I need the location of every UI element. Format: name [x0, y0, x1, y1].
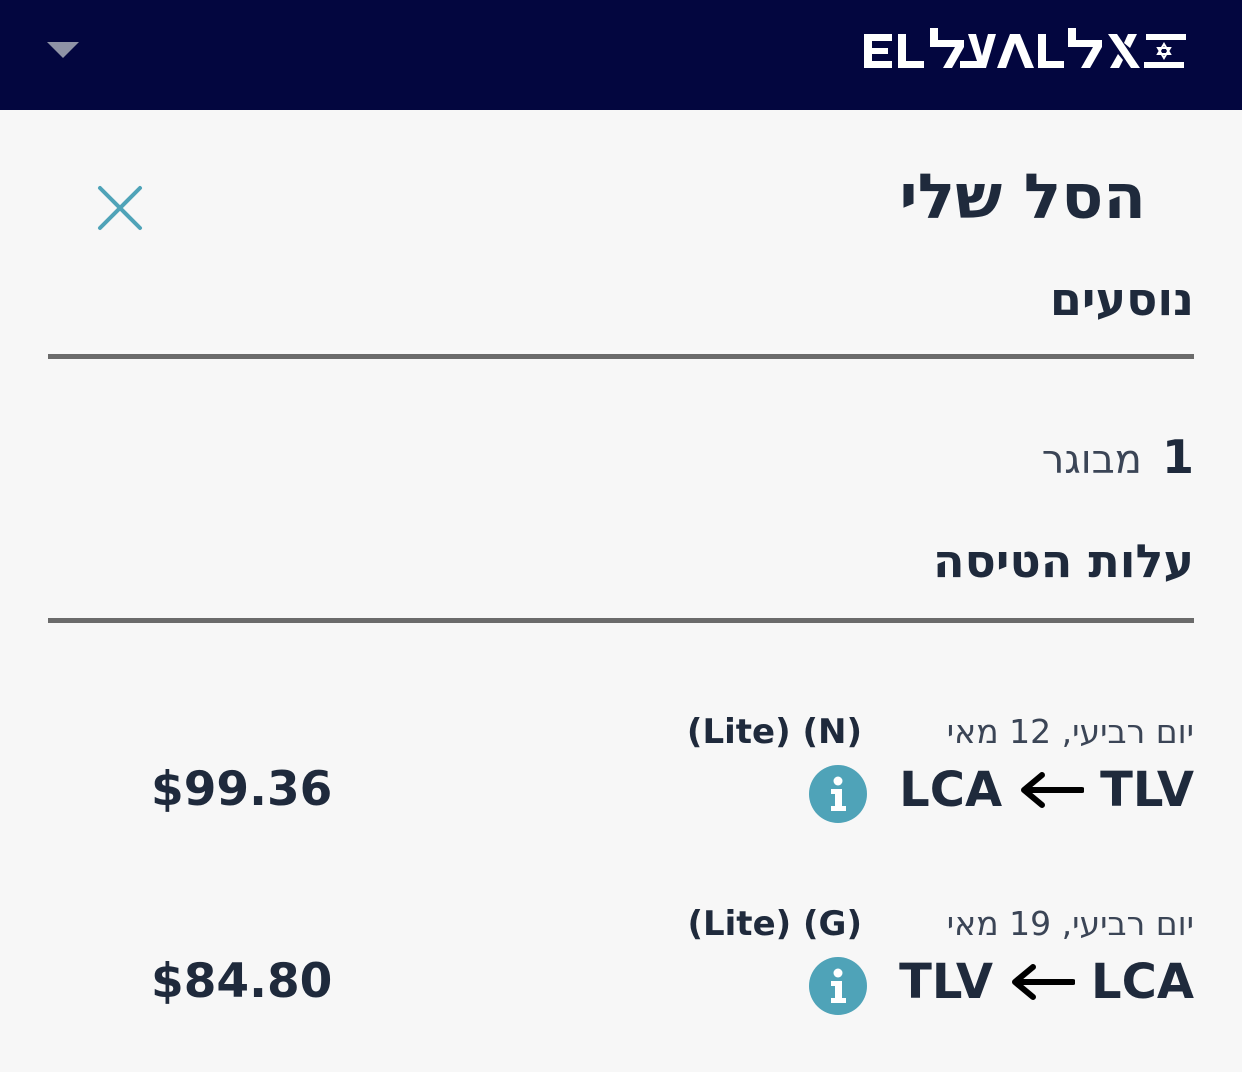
flight-price: $99.36: [151, 762, 333, 817]
passengers-heading: נוסעים: [1049, 272, 1194, 326]
flight-date: יום רביעי, 12 מאי: [946, 712, 1194, 751]
info-icon: [831, 968, 846, 1003]
elal-logo: [864, 28, 1186, 68]
passenger-type: מבוגר: [1041, 437, 1142, 483]
flight-cost-divider: [48, 618, 1194, 623]
route-origin: TLV: [1100, 762, 1194, 818]
page-title: הסל שלי: [899, 160, 1146, 233]
arrow-left-icon: [1012, 964, 1076, 1000]
passenger-count: 1: [1161, 430, 1194, 484]
fare-class: (Lite) (G): [687, 904, 862, 944]
fare-info-button[interactable]: [809, 765, 867, 823]
flight-route: LCA TLV: [899, 762, 1194, 818]
close-button[interactable]: [94, 182, 146, 234]
fare-info-button[interactable]: [809, 957, 867, 1015]
arrow-left-icon: [1021, 772, 1085, 808]
passenger-row: 1 מבוגר: [1042, 430, 1194, 484]
fare-class: (Lite) (N): [686, 712, 862, 752]
flight-cost-heading: עלות הטיסה: [933, 534, 1194, 588]
info-icon: [831, 776, 846, 811]
flight-route: TLV LCA: [899, 954, 1194, 1010]
flight-price: $84.80: [151, 954, 333, 1009]
route-destination: TLV: [899, 954, 994, 1010]
chevron-down-icon[interactable]: [47, 42, 79, 58]
close-icon: [98, 186, 142, 230]
route-destination: LCA: [899, 762, 1003, 818]
flight-date: יום רביעי, 19 מאי: [946, 904, 1194, 943]
route-origin: LCA: [1091, 954, 1194, 1010]
top-header: [0, 0, 1242, 110]
passengers-divider: [48, 354, 1194, 359]
